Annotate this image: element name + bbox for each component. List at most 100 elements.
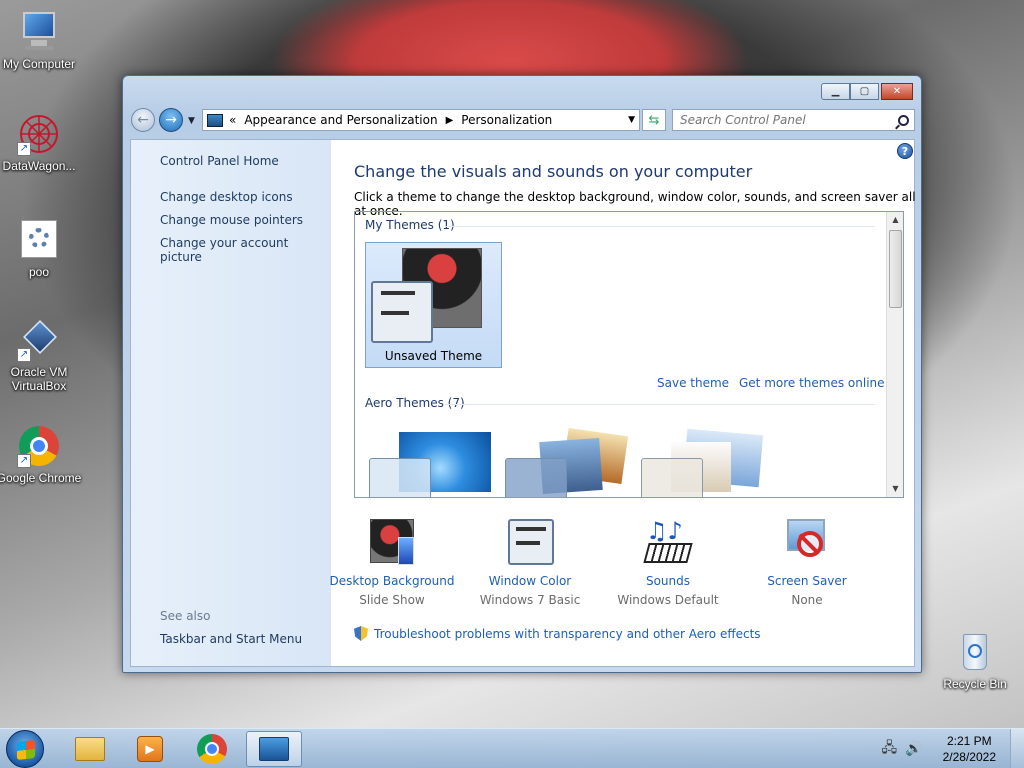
recent-pages-dropdown[interactable]: ▼ [188, 116, 195, 126]
control-panel-icon [207, 113, 223, 127]
network-icon[interactable]: 🖧 [882, 737, 898, 761]
desktop-icon-google-chrome[interactable]: ↗ Google Chrome [0, 424, 82, 485]
page-title: Change the visuals and sounds on your co… [354, 162, 753, 181]
caption-buttons: ▁ ▢ ✕ [821, 83, 913, 100]
taskbar-control-panel[interactable] [246, 731, 302, 767]
theme-label: Unsaved Theme [384, 349, 483, 363]
back-arrow-icon: ← [137, 112, 149, 128]
uac-shield-icon [354, 626, 368, 641]
scroll-down-icon[interactable]: ▼ [887, 481, 903, 497]
desktop-icon-datawagon[interactable]: ↗ DataWagon... [0, 112, 82, 173]
group-divider [445, 404, 875, 405]
desktop-icon-recycle-bin[interactable]: Recycle Bin [932, 630, 1018, 691]
recycle-bin-icon [953, 630, 997, 674]
breadcrumb-separator-icon[interactable]: ▶ [446, 115, 454, 126]
windows-logo-icon [17, 740, 35, 760]
theme-windows-7[interactable] [369, 432, 497, 497]
sounds-icon: ♫♪ [642, 517, 694, 569]
task-pane: Control Panel Home Change desktop icons … [131, 140, 331, 666]
window-color-link[interactable]: Window Color [489, 574, 571, 588]
control-panel-icon [259, 737, 289, 761]
desktop-icon-label: poo [28, 265, 50, 279]
search-input[interactable] [673, 113, 883, 127]
save-theme-link[interactable]: Save theme [657, 376, 729, 390]
control-panel-home-link[interactable]: Control Panel Home [160, 154, 279, 168]
volume-icon[interactable]: 🔊 [905, 741, 922, 757]
clock-date: 2/28/2022 [942, 750, 996, 764]
navigation-toolbar: ← → ▼ « Appearance and Personalization ▶… [131, 108, 915, 134]
desktop-icon-label: Recycle Bin [943, 677, 1007, 691]
theme-characters[interactable] [641, 428, 769, 497]
notification-area: 🖧 🔊 2:21 PM 2/28/2022 [882, 729, 1024, 768]
desktop-icon-virtualbox[interactable]: ↗ Oracle VM VirtualBox [0, 318, 82, 393]
theme-preview-window [371, 281, 433, 343]
group-divider [445, 226, 875, 227]
taskbar-chrome[interactable] [184, 731, 240, 767]
minimize-icon: ▁ [831, 86, 840, 97]
personalization-window: ▁ ▢ ✕ ← → ▼ « Appearance and Personaliza… [122, 75, 922, 673]
desktop-icon-label: Oracle VM VirtualBox [10, 365, 68, 393]
breadcrumb-appearance[interactable]: Appearance and Personalization [244, 113, 437, 127]
screen-saver-link[interactable]: Screen Saver [767, 574, 846, 588]
folder-icon [75, 737, 105, 761]
clock-time: 2:21 PM [946, 734, 992, 748]
change-account-picture-link[interactable]: Change your account picture [160, 236, 331, 264]
desktop-background-value: Slide Show [359, 593, 425, 607]
system-clock[interactable]: 2:21 PM 2/28/2022 [943, 733, 996, 765]
screen-saver-item[interactable]: Screen Saver None [742, 517, 872, 607]
maximize-icon: ▢ [859, 86, 870, 97]
maximize-button[interactable]: ▢ [850, 83, 879, 100]
search-icon[interactable] [898, 114, 909, 126]
address-bar[interactable]: « Appearance and Personalization ▶ Perso… [202, 109, 640, 131]
troubleshoot-row: Troubleshoot problems with transparency … [354, 626, 761, 641]
change-mouse-pointers-link[interactable]: Change mouse pointers [160, 213, 303, 227]
forward-button[interactable]: → [159, 108, 183, 132]
virtualbox-icon: ↗ [17, 318, 61, 362]
desktop-icon-label: Google Chrome [0, 471, 82, 485]
breadcrumb-personalization[interactable]: Personalization [461, 113, 552, 127]
taskbar-media-player[interactable]: ▶ [122, 731, 178, 767]
address-prefix[interactable]: « [229, 113, 236, 127]
shortcut-arrow-icon: ↗ [17, 348, 31, 362]
window-client-area: Control Panel Home Change desktop icons … [130, 139, 916, 667]
desktop-icon-poo[interactable]: poo [0, 218, 82, 279]
see-also-heading: See also [160, 609, 211, 623]
datawagon-icon: ↗ [17, 112, 61, 156]
back-button[interactable]: ← [131, 108, 155, 132]
scroll-up-icon[interactable]: ▲ [887, 212, 903, 228]
theme-architecture[interactable] [505, 428, 633, 497]
shortcut-arrow-icon: ↗ [17, 142, 31, 156]
start-button[interactable] [6, 730, 44, 768]
get-more-themes-link[interactable]: Get more themes online [739, 376, 885, 390]
address-dropdown-icon[interactable]: ▼ [628, 115, 635, 125]
settings-file-icon [17, 218, 61, 262]
refresh-button[interactable]: ⇆ [642, 109, 666, 131]
scrollbar-thumb[interactable] [889, 230, 902, 308]
theme-unsaved[interactable]: Unsaved Theme [365, 242, 502, 368]
close-button[interactable]: ✕ [881, 83, 913, 100]
theme-list-scrollbar[interactable]: ▲ ▼ [886, 212, 903, 497]
sounds-link[interactable]: Sounds [646, 574, 690, 588]
show-desktop-button[interactable] [1010, 729, 1024, 768]
desktop-icon-my-computer[interactable]: My Computer [0, 10, 82, 71]
close-icon: ✕ [892, 86, 902, 97]
window-color-item[interactable]: Window Color Windows 7 Basic [465, 517, 595, 607]
sounds-item[interactable]: ♫♪ Sounds Windows Default [603, 517, 733, 607]
desktop-background-link[interactable]: Desktop Background [330, 574, 455, 588]
desktop-background-item[interactable]: Desktop Background Slide Show [327, 517, 457, 607]
aero-themes-heading: Aero Themes (7) [365, 396, 465, 410]
window-color-icon [504, 517, 556, 569]
troubleshoot-aero-link[interactable]: Troubleshoot problems with transparency … [374, 627, 761, 641]
taskbar-start-menu-link[interactable]: Taskbar and Start Menu [160, 632, 302, 646]
screen-saver-value: None [791, 593, 823, 607]
window-color-value: Windows 7 Basic [479, 593, 581, 607]
forward-arrow-icon: → [165, 112, 177, 128]
refresh-icon: ⇆ [648, 112, 660, 128]
theme-list: My Themes (1) Unsaved Theme Save theme G… [354, 211, 904, 498]
sounds-value: Windows Default [617, 593, 719, 607]
minimize-button[interactable]: ▁ [821, 83, 850, 100]
taskbar-explorer[interactable] [62, 731, 118, 767]
change-desktop-icons-link[interactable]: Change desktop icons [160, 190, 293, 204]
media-player-icon: ▶ [137, 736, 163, 762]
help-icon[interactable]: ? [897, 143, 913, 159]
